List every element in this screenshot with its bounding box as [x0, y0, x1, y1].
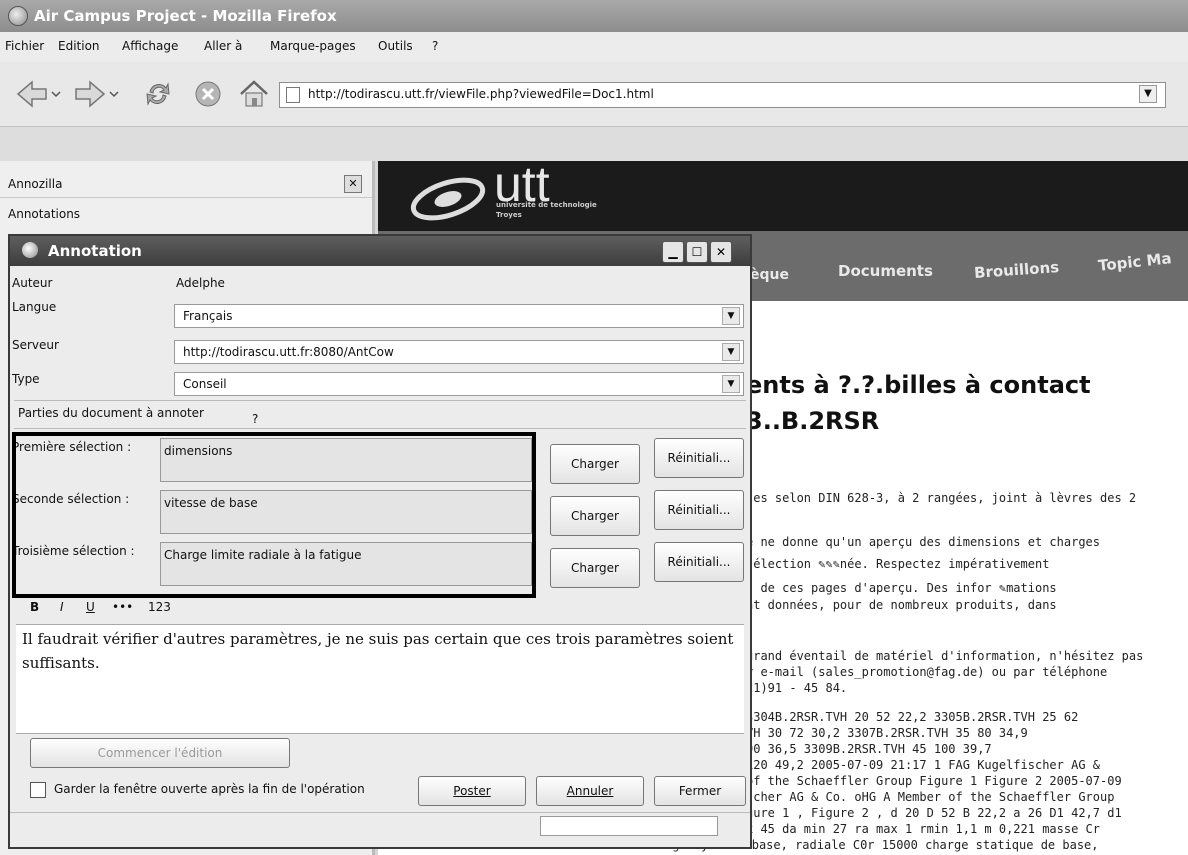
type-label: Type [12, 372, 40, 386]
menu-help[interactable]: ? [432, 39, 438, 53]
site-header: utt université de technologie Troyes [378, 161, 1188, 231]
menu-affichage[interactable]: Affichage [122, 39, 178, 53]
back-button[interactable] [12, 76, 64, 112]
close-dialog-button[interactable]: Fermer [654, 776, 746, 806]
sidebar-subtitle: Annotations [8, 207, 81, 221]
reset-button-3[interactable]: Réinitiali... [654, 542, 744, 582]
start-edit-button[interactable]: Commencer l'édition [30, 738, 290, 768]
back-arrow-icon [16, 80, 61, 108]
text-line: r e-mail (sales_promotion@fag.de) ou par… [746, 665, 1108, 679]
menu-bar: Fichier Edition Affichage Aller à Marque… [0, 32, 1188, 63]
cancel-button[interactable]: Annuler [536, 776, 644, 806]
text-line: scher AG & Co. oHG A Member of the Schae… [746, 790, 1115, 804]
server-select[interactable]: http://todirascu.utt.fr:8080/AntCow ▼ [174, 340, 744, 364]
bold-button[interactable]: B [30, 600, 39, 614]
nav-brouillons[interactable]: Brouillons [973, 258, 1059, 282]
utt-logo-icon [410, 177, 486, 221]
forward-button[interactable] [70, 76, 122, 112]
underline-button[interactable]: U [86, 600, 95, 614]
server-value: http://todirascu.utt.fr:8080/AntCow [183, 345, 394, 359]
author-label: Auteur [12, 276, 53, 290]
nav-bibliotheque[interactable]: èque [750, 267, 789, 283]
dialog-title: Annotation [48, 242, 142, 260]
forward-arrow-icon [75, 80, 119, 108]
chevron-down-icon: ▼ [722, 375, 740, 393]
language-label: Langue [12, 300, 57, 314]
menu-fichier[interactable]: Fichier [5, 39, 44, 53]
page-heading-2: 3..B.2RSR [746, 407, 880, 435]
text-line: gure 1 , Figure 2 , d 20 D 52 B 22,2 a 2… [746, 806, 1122, 820]
url-bar[interactable]: http://todirascu.utt.fr/viewFile.php?vie… [279, 82, 1166, 108]
dialog-titlebar: Annotation ▁ ☐ ✕ [10, 236, 750, 266]
reset-button-2[interactable]: Réinitiali... [654, 490, 744, 530]
text-line: nt données, pour de nombreux produits, d… [746, 598, 1057, 612]
menu-marque-pages[interactable]: Marque-pages [270, 39, 356, 53]
nav-documents[interactable]: Documents [838, 262, 933, 280]
annotation-text-editor[interactable]: Il faudrait vérifier d'autres paramètres… [16, 624, 744, 734]
reload-button[interactable] [140, 76, 176, 112]
text-line: sélection ✎✎✎née. Respectez impérativeme… [746, 557, 1050, 571]
parts-label: Parties du document à annoter [18, 406, 204, 420]
text-line: s de ces pages d'aperçu. Des infor ✎mati… [746, 581, 1057, 595]
selection-highlight-frame [12, 432, 536, 598]
keep-open-checkbox[interactable] [30, 782, 46, 798]
close-button[interactable]: ✕ [710, 241, 732, 263]
italic-button[interactable]: I [60, 600, 64, 614]
tab-strip [0, 127, 1188, 161]
progress-field [540, 816, 718, 836]
type-value: Conseil [183, 377, 227, 391]
help-icon[interactable]: ? [252, 412, 258, 426]
number-button[interactable]: 123 [148, 600, 171, 614]
minimize-button[interactable]: ▁ [662, 241, 684, 263]
reset-button-1[interactable]: Réinitiali... [654, 438, 744, 478]
navigation-toolbar: http://todirascu.utt.fr/viewFile.php?vie… [0, 62, 1188, 127]
logo-sub2: Troyes [496, 211, 522, 219]
text-line: of the Schaeffler Group Figure 1 Figure … [746, 774, 1122, 788]
reload-icon [146, 82, 170, 106]
language-value: Français [183, 309, 233, 323]
text-line: les selon DIN 628-3, à 2 rangées, joint … [746, 491, 1137, 505]
firefox-icon [22, 242, 38, 258]
window-titlebar: Air Campus Project - Mozilla Firefox [0, 0, 1188, 32]
annotation-dialog: Annotation ▁ ☐ ✕ Auteur Adelphe Langue F… [8, 234, 752, 849]
logo-sub1: université de technologie [496, 201, 597, 209]
post-button[interactable]: Poster [418, 776, 526, 806]
text-line: VH 30 72 30,2 3307B.2RSR.TVH 35 80 34,9 [746, 726, 1028, 740]
more-button[interactable]: ••• [112, 600, 133, 614]
text-line: grand éventail de matériel d'information… [746, 649, 1144, 663]
menu-edition[interactable]: Edition [58, 39, 100, 53]
home-icon [240, 80, 268, 107]
sidebar-title: Annozilla [8, 177, 63, 191]
menu-aller[interactable]: Aller à [204, 39, 242, 53]
window-title: Air Campus Project - Mozilla Firefox [34, 7, 337, 25]
keep-open-label: Garder la fenêtre ouverte après la fin d… [54, 782, 365, 796]
server-label: Serveur [12, 338, 59, 352]
stop-icon [195, 81, 221, 107]
firefox-icon [8, 6, 28, 26]
author-value: Adelphe [176, 276, 225, 290]
stop-button[interactable] [190, 76, 226, 112]
close-icon[interactable]: ✕ [344, 175, 362, 193]
menu-outils[interactable]: Outils [378, 39, 413, 53]
text-line: 3304B.2RSR.TVH 20 52 22,2 3305B.2RSR.TVH… [746, 710, 1079, 724]
page-icon [286, 87, 300, 103]
chevron-down-icon: ▼ [722, 307, 740, 325]
home-button[interactable] [236, 76, 272, 112]
url-dropdown-icon[interactable]: ▼ [1139, 85, 1157, 103]
url-text: http://todirascu.utt.fr/viewFile.php?vie… [308, 87, 654, 101]
maximize-button[interactable]: ☐ [686, 241, 708, 263]
text-line: x 45 da min 27 ra max 1 rmin 1,1 m 0,221… [746, 822, 1101, 836]
nav-topic-maps[interactable]: Topic Ma [1097, 249, 1172, 275]
page-heading: ents à ?.?.billes à contact [746, 371, 1091, 399]
text-line: e ne donne qu'un aperçu des dimensions e… [746, 535, 1101, 549]
load-button-3[interactable]: Charger [550, 548, 640, 588]
load-button-1[interactable]: Charger [550, 444, 640, 484]
text-line: 21)91 - 45 84. [746, 681, 848, 695]
type-select[interactable]: Conseil ▼ [174, 372, 744, 396]
load-button-2[interactable]: Charger [550, 496, 640, 536]
text-line: 90 36,5 3309B.2RSR.TVH 45 100 39,7 [746, 742, 992, 756]
language-select[interactable]: Français ▼ [174, 304, 744, 328]
text-line: 120 49,2 2005-07-09 21:17 1 FAG Kugelfis… [746, 758, 1101, 772]
chevron-down-icon: ▼ [722, 343, 740, 361]
